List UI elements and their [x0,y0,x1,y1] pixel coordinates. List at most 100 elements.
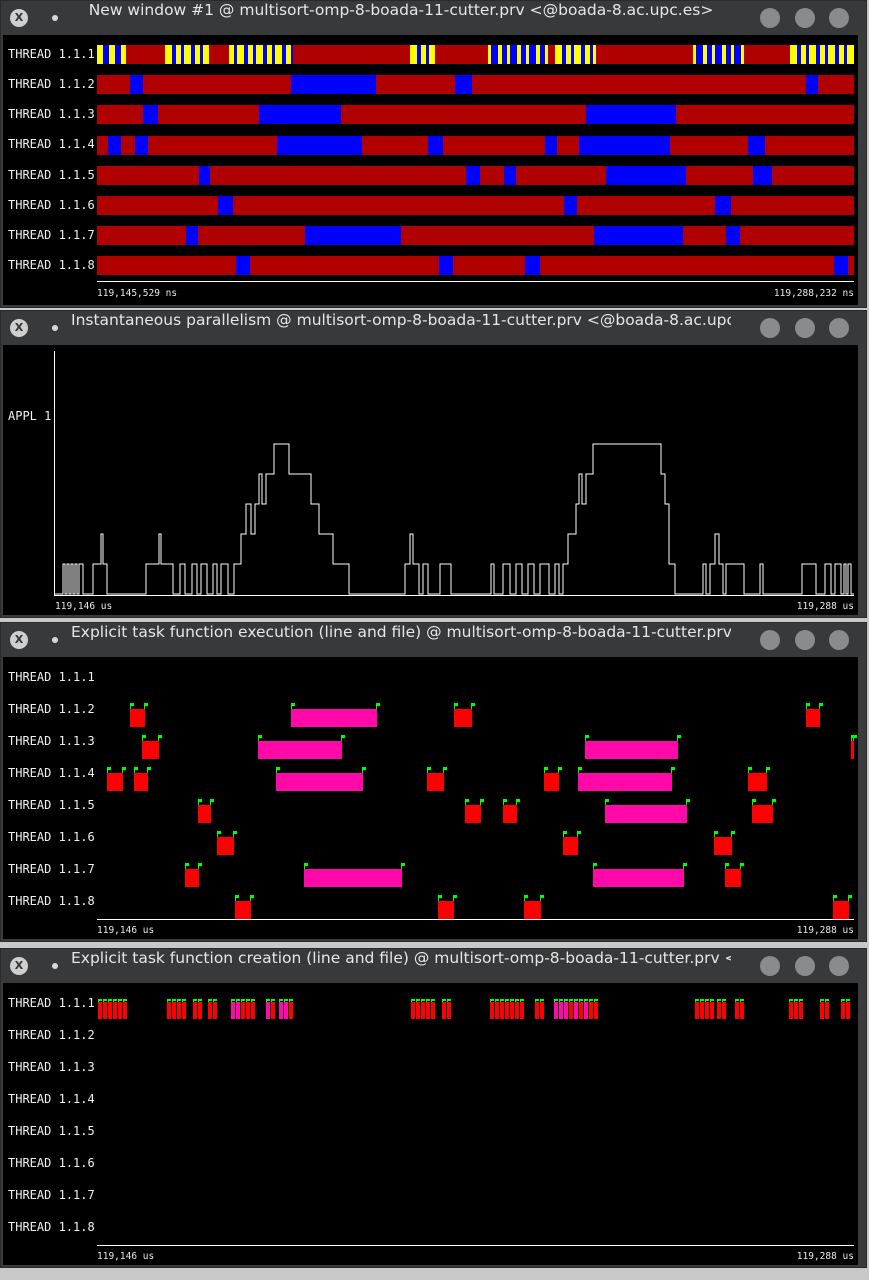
pin-icon[interactable] [52,325,58,331]
event-flag [177,999,181,1001]
event-flag [246,999,250,1001]
event-flag [846,999,850,1001]
task-creation [710,1002,714,1019]
row-label: THREAD 1.1.7 [8,862,95,876]
task-block [217,837,234,855]
row-label: THREAD 1.1.4 [8,766,95,780]
event-flag [717,999,721,1001]
app-icon[interactable]: X [10,9,28,27]
task-create-canvas[interactable]: THREAD 1.1.1 THREAD 1.1.2 THREAD 1.1.3 T… [3,983,858,1265]
sync-state [184,45,191,64]
row-label: THREAD 1.1.8 [8,258,95,272]
idle-state [455,75,472,94]
app-icon[interactable]: X [10,631,28,649]
idle-state [734,45,741,64]
event-flag [524,895,528,898]
event-flag [559,999,563,1001]
idle-state [305,226,401,245]
event-flag [748,767,752,770]
event-flag [731,831,735,834]
sync-state [165,45,172,64]
event-flag [172,999,176,1001]
event-flag [217,831,221,834]
event-flag [438,895,442,898]
maximize-button[interactable] [795,318,815,338]
event-flag [258,735,262,738]
close-button[interactable] [829,956,849,976]
pin-icon[interactable] [52,637,58,643]
idle-state [525,256,540,275]
event-flag [544,767,548,770]
event-flag [605,799,609,802]
minimize-button[interactable] [760,956,780,976]
title-bar[interactable]: X Instantaneous parallelism @ multisort-… [1,311,866,345]
task-creation [177,1002,181,1019]
maximize-button[interactable] [795,956,815,976]
event-flag [794,999,798,1001]
timeline-canvas[interactable]: THREAD 1.1.1 THREAD 1.1.2 THREAD 1.1.3 T… [3,35,858,305]
close-button[interactable] [829,318,849,338]
event-flag [585,735,589,738]
row-label: THREAD 1.1.7 [8,228,95,242]
event-flag [113,999,117,1001]
task-block [198,805,211,823]
task-block [185,869,199,887]
task-block [725,869,741,887]
maximize-button[interactable] [795,630,815,650]
event-flag [122,767,126,770]
x-axis [97,919,854,920]
task-function-creation [279,1002,283,1019]
idle-state [564,196,577,215]
app-icon[interactable]: X [10,319,28,337]
event-flag [535,999,539,1001]
idle-state [236,256,250,275]
event-flag [250,895,254,898]
title-bar[interactable]: X New window #1 @ multisort-omp-8-boada-… [1,1,866,35]
task-creation [540,1002,544,1019]
event-flag [182,999,186,1001]
task-function-creation [559,1002,563,1019]
row-label: THREAD 1.1.6 [8,198,95,212]
axis-end-label: 119,288 us [796,925,854,936]
pin-icon[interactable] [52,963,58,969]
idle-state [579,136,670,155]
task-creation [421,1002,425,1019]
x-axis [97,1245,854,1246]
idle-state [186,226,198,245]
window-title: New window #1 @ multisort-omp-8-boada-11… [88,1,714,19]
row-label: THREAD 1.1.5 [8,168,95,182]
idle-state [491,45,498,64]
parallelism-canvas[interactable]: APPL 1 119,146 us 119,288 us [3,345,858,615]
close-button[interactable] [829,8,849,28]
title-bar[interactable]: X Explicit task function creation (line … [1,949,866,983]
task-execution-window: X Explicit task function execution (line… [0,622,867,942]
row-label: THREAD 1.1.3 [8,734,95,748]
row-label: THREAD 1.1.1 [8,996,95,1010]
idle-state [291,75,376,94]
event-flag [490,999,494,1001]
event-flag [735,999,739,1001]
maximize-button[interactable] [795,8,815,28]
event-flag [558,767,562,770]
task-creation [246,1002,250,1019]
idle-state [715,196,731,215]
parallelism-window: X Instantaneous parallelism @ multisort-… [0,310,867,618]
event-flag [766,767,770,770]
minimize-button[interactable] [760,8,780,28]
event-flag [108,999,112,1001]
parallelism-plot [55,443,854,595]
title-bar[interactable]: X Explicit task function execution (line… [1,623,866,657]
task-block [806,709,820,727]
pin-icon[interactable] [52,15,58,21]
idle-state [199,166,210,185]
event-flag [564,999,568,1001]
minimize-button[interactable] [760,318,780,338]
minimize-button[interactable] [760,630,780,650]
x-axis [97,281,854,282]
close-button[interactable] [829,630,849,650]
event-flag [516,799,520,802]
task-creation [735,1002,739,1019]
task-function-block [593,869,684,887]
task-exec-canvas[interactable]: THREAD 1.1.1 THREAD 1.1.2 THREAD 1.1.3 T… [3,657,858,939]
app-icon[interactable]: X [10,957,28,975]
